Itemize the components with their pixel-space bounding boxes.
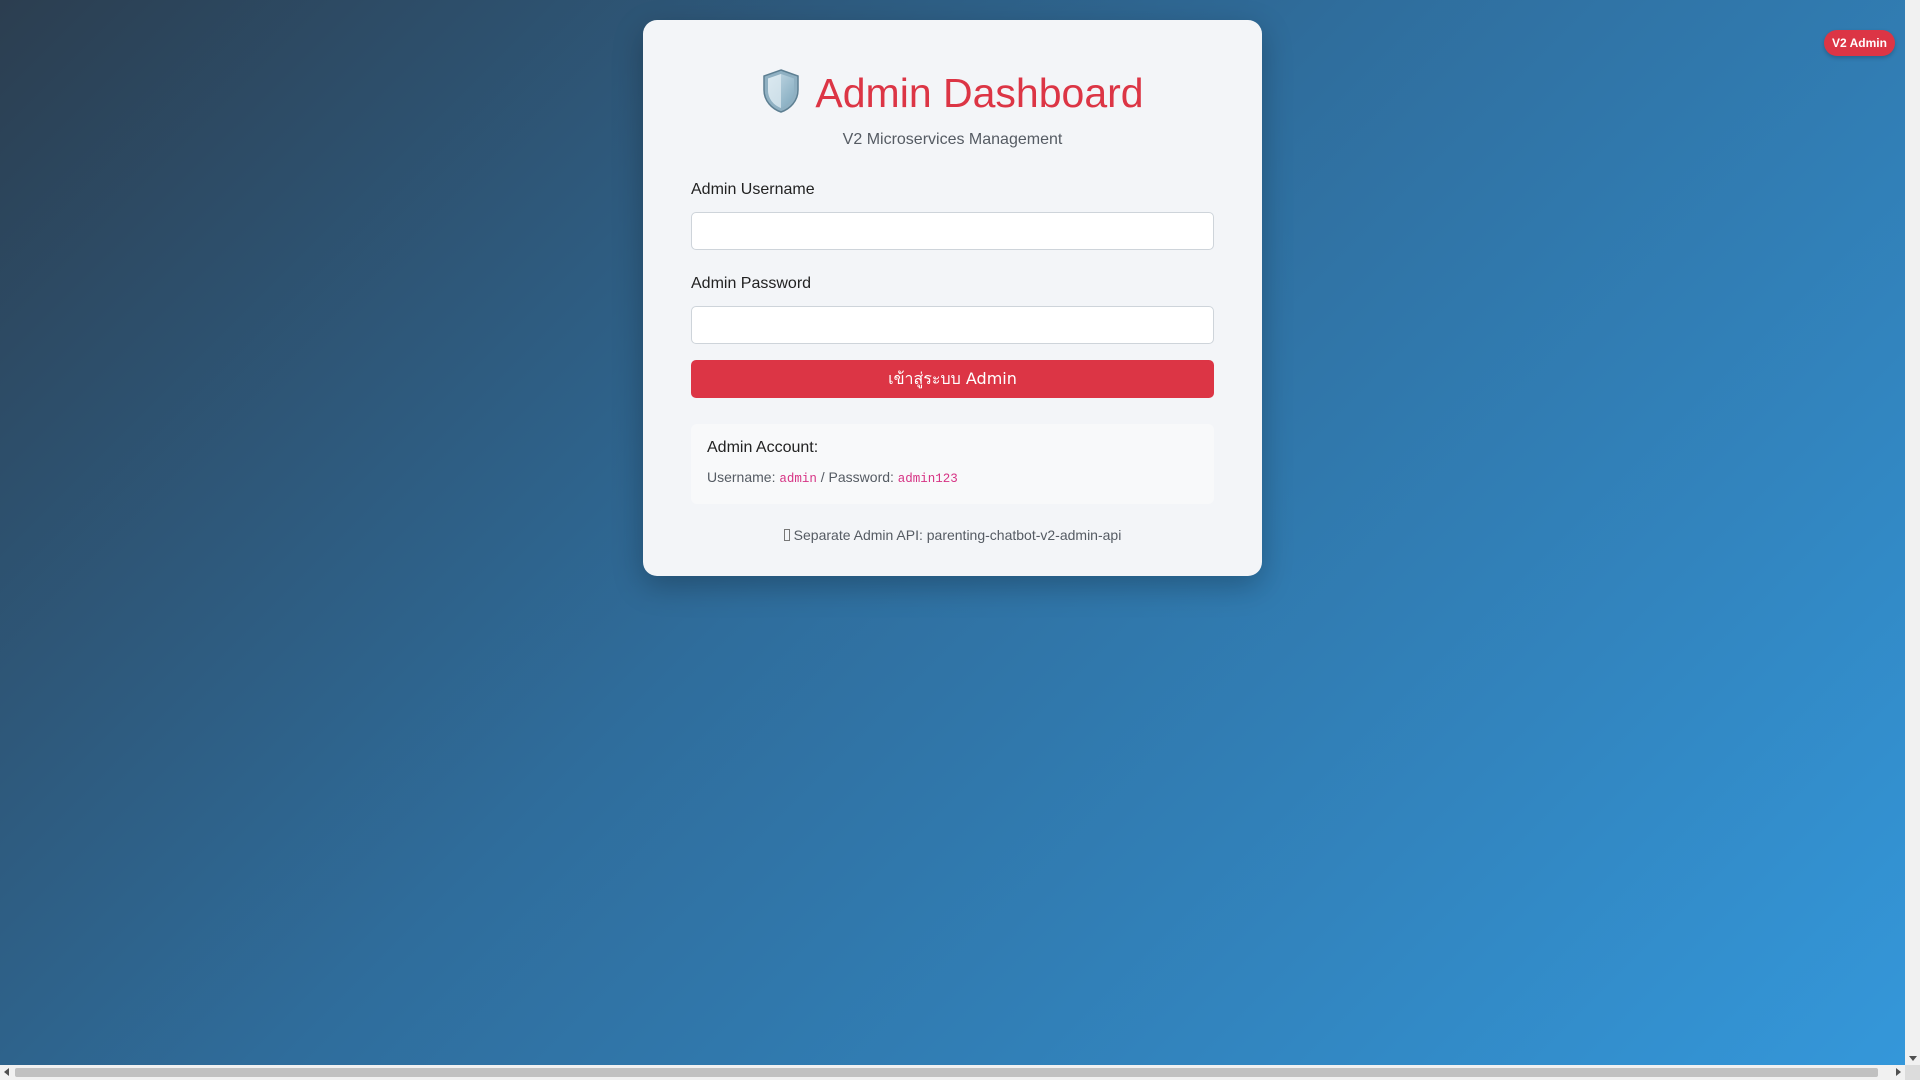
shield-icon	[761, 68, 801, 119]
title-row: Admin Dashboard	[691, 68, 1214, 118]
admin-account-info: Admin Account: Username: admin / Passwor…	[691, 424, 1214, 504]
password-label: Admin Password	[691, 275, 812, 292]
login-button[interactable]: เข้าสู่ระบบ Admin	[691, 360, 1214, 398]
horizontal-scroll-thumb[interactable]	[15, 1068, 1878, 1077]
username-prefix: Username:	[707, 469, 776, 485]
missing-glyph-icon	[783, 529, 790, 541]
api-note-text: Separate Admin API: parenting-chatbot-v2…	[793, 527, 1122, 543]
username-label: Admin Username	[691, 181, 815, 198]
scroll-left-icon[interactable]	[4, 1068, 9, 1076]
login-form: Admin Username Admin Password เข้าสู่ระบ…	[691, 180, 1214, 398]
credentials-line: Username: admin / Password: admin123	[707, 468, 1198, 488]
login-card: Admin Dashboard V2 Microservices Managem…	[643, 20, 1262, 576]
password-group: Admin Password	[691, 274, 1214, 344]
scrollbar-corner	[1905, 1065, 1920, 1080]
horizontal-scrollbar[interactable]	[0, 1065, 1905, 1080]
demo-password: admin123	[897, 472, 958, 486]
password-prefix: / Password:	[820, 469, 894, 485]
info-title: Admin Account:	[707, 439, 819, 456]
username-input[interactable]	[691, 212, 1214, 250]
version-badge: V2 Admin	[1824, 30, 1895, 56]
password-input[interactable]	[691, 306, 1214, 344]
page-subtitle: V2 Microservices Management	[842, 131, 1063, 148]
page-title: Admin Dashboard	[815, 70, 1144, 116]
scroll-down-icon[interactable]	[1909, 1056, 1917, 1061]
demo-username: admin	[779, 472, 817, 486]
scroll-right-icon[interactable]	[1896, 1068, 1901, 1076]
card-header: Admin Dashboard V2 Microservices Managem…	[691, 68, 1214, 150]
username-group: Admin Username	[691, 180, 1214, 250]
vertical-scrollbar[interactable]	[1905, 0, 1920, 1065]
api-note: Separate Admin API: parenting-chatbot-v2…	[691, 526, 1214, 544]
